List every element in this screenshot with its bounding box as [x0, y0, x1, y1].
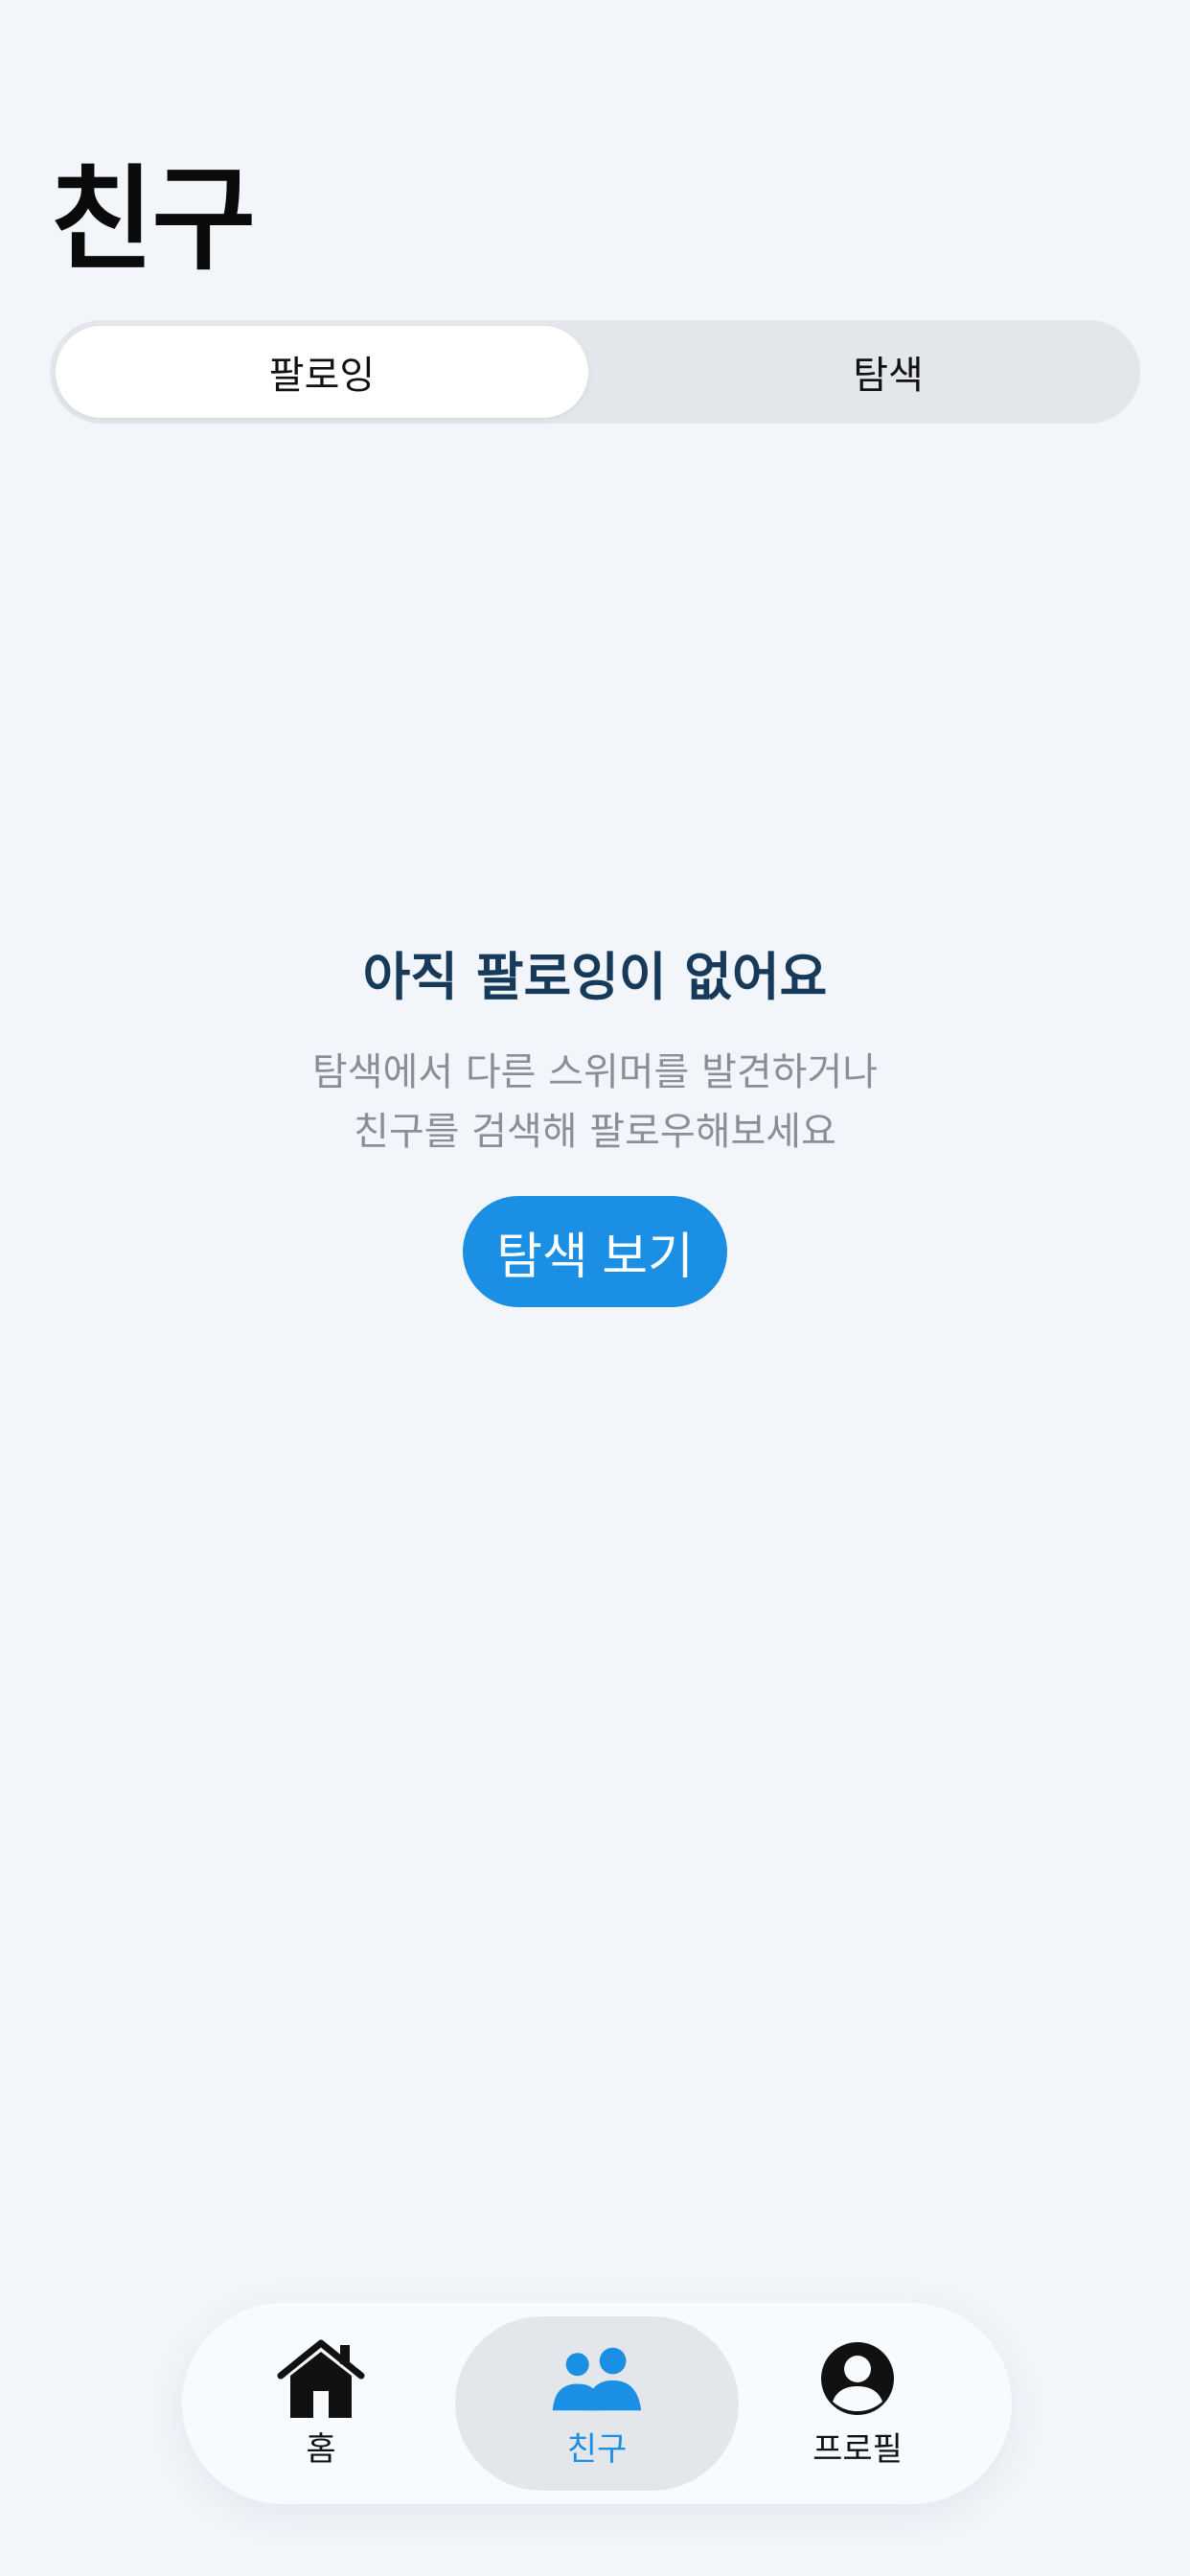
tab-profile-label: 프로필 [812, 2429, 903, 2469]
segment-following[interactable]: 팔로잉 [56, 326, 588, 418]
segmented-control: 팔로잉 탐색 [50, 320, 1140, 424]
empty-state-description: 탐색에서 다른 스위머를 발견하거나 친구를 검색해 팔로우해보세요 [0, 1043, 1190, 1162]
tab-profile[interactable]: 프로필 [776, 2316, 939, 2491]
empty-state-title: 아직 팔로잉이 없어요 [362, 947, 828, 1007]
person-circle-icon [812, 2338, 904, 2419]
people-icon [551, 2338, 643, 2419]
bottom-tab-bar: 홈 친구 프로필 [182, 2303, 1012, 2504]
friends-screen: 친구 팔로잉 탐색 아직 팔로잉이 없어요 탐색에서 다른 스위머를 발견하거나… [0, 0, 1190, 2576]
empty-state-desc-line-1: 탐색에서 다른 스위머를 발견하거나 [311, 1050, 879, 1094]
segment-explore[interactable]: 탐색 [644, 326, 1133, 418]
home-icon [275, 2338, 367, 2419]
tab-friends[interactable]: 친구 [455, 2316, 739, 2491]
tab-home-label: 홈 [306, 2429, 336, 2469]
tab-home[interactable]: 홈 [240, 2316, 402, 2491]
empty-state-desc-line-2: 친구를 검색해 팔로우해보세요 [354, 1110, 836, 1154]
tab-friends-label: 친구 [566, 2429, 628, 2469]
page-title: 친구 [50, 153, 256, 286]
explore-button[interactable]: 탐색 보기 [463, 1196, 727, 1307]
